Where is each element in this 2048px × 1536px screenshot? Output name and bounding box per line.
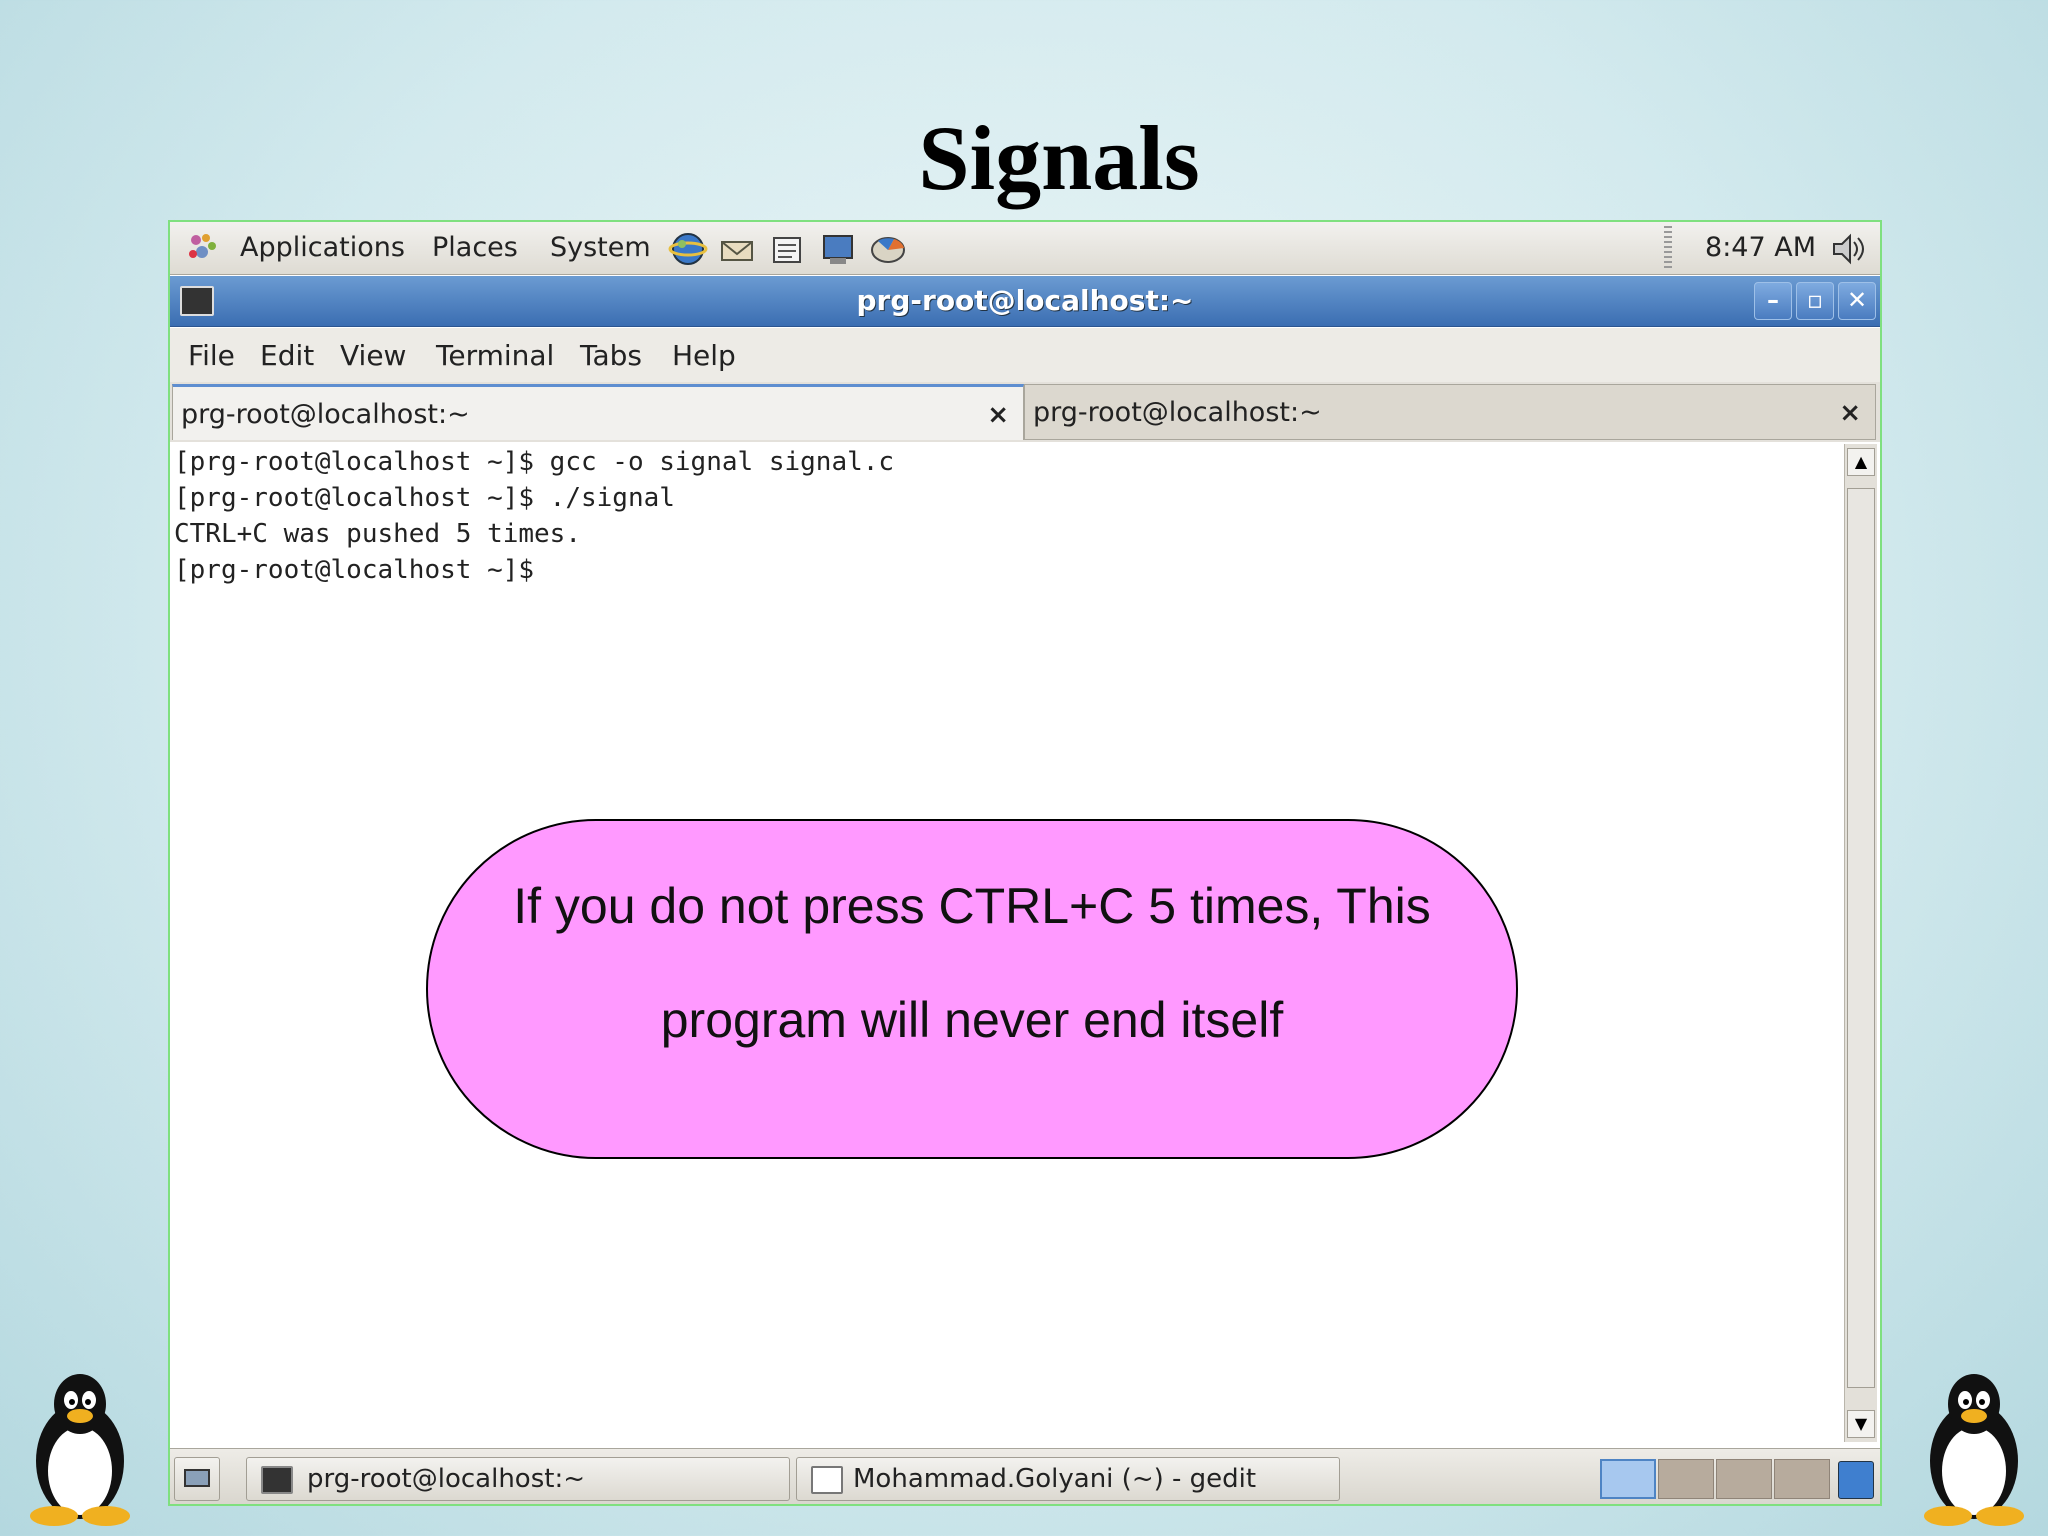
callout-note: If you do not press CTRL+C 5 times, This…	[426, 819, 1518, 1159]
minimize-button[interactable]: –	[1754, 282, 1792, 320]
close-button[interactable]: ✕	[1838, 282, 1876, 320]
tab-label: prg-root@localhost:~	[181, 399, 470, 430]
clock[interactable]: 8:47 AM	[1705, 230, 1816, 266]
web-browser-icon[interactable]	[668, 230, 708, 266]
gnome-foot-icon	[184, 230, 222, 266]
maximize-button[interactable]: ▫	[1796, 282, 1834, 320]
task-label: Mohammad.Golyani (~) - gedit	[853, 1464, 1257, 1494]
workspace-2[interactable]	[1658, 1459, 1714, 1499]
editor-icon[interactable]	[768, 230, 806, 266]
menu-terminal[interactable]: Terminal	[436, 338, 554, 374]
slide-title: Signals	[918, 107, 1200, 209]
menu-tabs[interactable]: Tabs	[580, 338, 642, 374]
panel-grip[interactable]	[1664, 226, 1672, 270]
menu-file[interactable]: File	[188, 338, 235, 374]
mail-icon[interactable]	[718, 230, 756, 266]
tab-label: prg-root@localhost:~	[1033, 397, 1322, 428]
window-title: prg-root@localhost:~	[856, 284, 1194, 317]
terminal-icon	[261, 1466, 293, 1494]
workspace-1[interactable]	[1600, 1459, 1656, 1499]
scroll-down-arrow-icon[interactable]: ▼	[1847, 1410, 1875, 1438]
menu-edit[interactable]: Edit	[260, 338, 314, 374]
bottom-panel: prg-root@localhost:~ Mohammad.Golyani (~…	[170, 1448, 1880, 1504]
show-desktop-button[interactable]	[174, 1457, 220, 1501]
menu-view[interactable]: View	[340, 338, 406, 374]
workspace-3[interactable]	[1716, 1459, 1772, 1499]
task-gedit[interactable]: Mohammad.Golyani (~) - gedit	[796, 1457, 1340, 1501]
tux-penguin-left-icon	[24, 1366, 136, 1526]
tab-close-icon[interactable]: ×	[1839, 397, 1861, 429]
system-menu[interactable]: System	[550, 230, 651, 266]
top-panel: Applications Places System 8:47 AM	[170, 222, 1880, 275]
callout-line-1: If you do not press CTRL+C 5 times, This	[513, 878, 1431, 934]
show-desktop-icon	[184, 1469, 210, 1487]
places-menu[interactable]: Places	[432, 230, 518, 266]
settings-icon[interactable]	[868, 230, 906, 266]
terminal-line: [prg-root@localhost ~]$ gcc -o signal si…	[174, 447, 895, 477]
tab-close-icon[interactable]: ×	[987, 399, 1009, 431]
callout-line-2: program will never end itself	[660, 992, 1284, 1048]
menubar: File Edit View Terminal Tabs Help	[170, 328, 1880, 382]
applications-menu[interactable]: Applications	[240, 230, 405, 266]
terminal-line: [prg-root@localhost ~]$ ./signal	[174, 483, 675, 513]
scroll-up-arrow-icon[interactable]: ▲	[1847, 448, 1875, 476]
tab-bar: prg-root@localhost:~ × prg-root@localhos…	[170, 382, 1880, 442]
tux-penguin-right-icon	[1918, 1366, 2030, 1526]
terminal-line: [prg-root@localhost ~]$	[174, 555, 550, 585]
window-titlebar[interactable]: prg-root@localhost:~ – ▫ ✕	[170, 276, 1880, 327]
volume-icon[interactable]	[1830, 230, 1868, 266]
trash-icon[interactable]	[1838, 1461, 1874, 1499]
terminal-scrollbar[interactable]: ▲ ▼	[1844, 444, 1877, 1442]
tab-2[interactable]: prg-root@localhost:~ ×	[1024, 384, 1876, 440]
gedit-icon	[811, 1466, 843, 1494]
workspace-4[interactable]	[1774, 1459, 1830, 1499]
terminal-line: CTRL+C was pushed 5 times.	[174, 519, 581, 549]
task-terminal[interactable]: prg-root@localhost:~	[246, 1457, 790, 1501]
screenshot-icon[interactable]	[818, 230, 856, 266]
task-label: prg-root@localhost:~	[307, 1464, 586, 1494]
menu-help[interactable]: Help	[672, 338, 736, 374]
scrollbar-thumb[interactable]	[1847, 488, 1875, 1388]
tab-1[interactable]: prg-root@localhost:~ ×	[172, 384, 1024, 440]
